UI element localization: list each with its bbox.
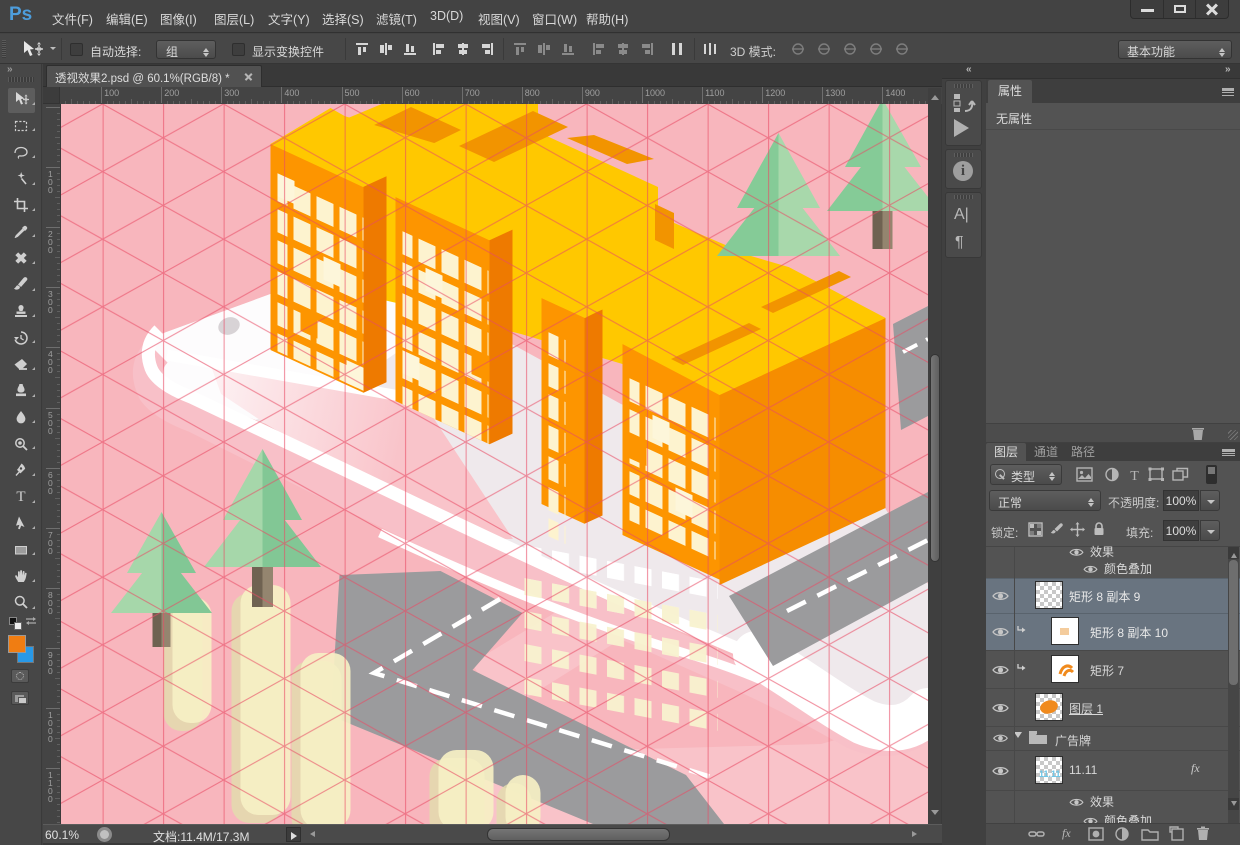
svg-text:T: T	[1130, 469, 1139, 482]
svg-text:T: T	[16, 489, 25, 504]
